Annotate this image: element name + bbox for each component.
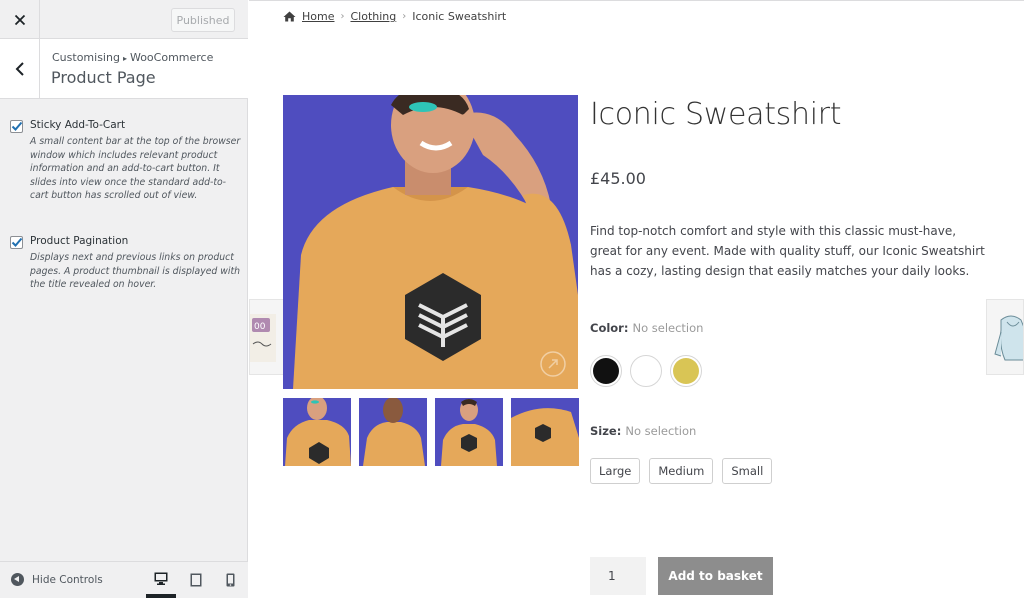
product-thumbnail-4[interactable] xyxy=(511,398,579,466)
hide-controls-button[interactable]: Hide Controls xyxy=(11,573,103,586)
product-title: Iconic Sweatshirt xyxy=(590,97,842,132)
previous-product-link[interactable]: 00 xyxy=(249,299,287,375)
desktop-icon xyxy=(154,572,168,585)
next-product-link[interactable] xyxy=(986,299,1024,375)
product-thumbnail-2[interactable] xyxy=(359,398,427,466)
hide-controls-label: Hide Controls xyxy=(32,573,103,586)
next-product-thumbnail xyxy=(994,315,1023,361)
product-pagination-checkbox[interactable] xyxy=(10,236,23,249)
breadcrumb-home-link[interactable]: Home xyxy=(302,10,334,23)
preview-mobile-button[interactable] xyxy=(215,562,245,598)
color-label: Color: xyxy=(590,321,629,335)
svg-text:00: 00 xyxy=(254,322,266,332)
close-customizer-button[interactable] xyxy=(0,0,40,39)
add-to-basket-button[interactable]: Add to basket xyxy=(658,557,773,595)
size-option-medium[interactable]: Medium xyxy=(649,458,714,484)
product-price: £45.00 xyxy=(590,169,646,188)
sticky-add-to-cart-label[interactable]: Sticky Add-To-Cart xyxy=(30,119,125,131)
product-thumbnail-3[interactable] xyxy=(435,398,503,466)
sticky-add-to-cart-checkbox[interactable] xyxy=(10,120,23,133)
product-thumbnail-1[interactable] xyxy=(283,398,351,466)
section-title: Product Page xyxy=(51,68,156,87)
preview-tablet-button[interactable] xyxy=(181,562,211,598)
color-swatch-white[interactable] xyxy=(630,355,662,387)
product-description: Find top-notch comfort and style with th… xyxy=(590,224,985,278)
customizer-footer: Hide Controls xyxy=(0,561,248,598)
control-product-pagination: Product Pagination Displays next and pre… xyxy=(10,235,242,292)
breadcrumb-root: Customising xyxy=(52,51,120,64)
tablet-icon xyxy=(190,573,202,587)
color-swatch-yellow[interactable] xyxy=(670,355,702,387)
breadcrumb-separator-icon: › xyxy=(340,11,345,22)
checkmark-icon xyxy=(11,237,23,247)
chevron-left-icon xyxy=(15,61,24,76)
product-pagination-label[interactable]: Product Pagination xyxy=(30,235,128,247)
color-selection: No selection xyxy=(632,321,704,335)
mobile-icon xyxy=(226,573,234,587)
color-swatch-black[interactable] xyxy=(590,355,622,387)
breadcrumb-separator-icon: › xyxy=(402,11,407,22)
back-button[interactable] xyxy=(0,39,40,98)
breadcrumb-current: Iconic Sweatshirt xyxy=(412,10,507,23)
size-attribute-label: Size: No selection xyxy=(590,424,696,438)
previous-product-thumbnail: 00 xyxy=(250,314,276,362)
size-options: Large Medium Small xyxy=(590,458,773,484)
control-sticky-add-to-cart: Sticky Add-To-Cart A small content bar a… xyxy=(10,119,242,203)
breadcrumb: Home › Clothing › Iconic Sweatshirt xyxy=(283,10,506,23)
size-selection: No selection xyxy=(625,424,697,438)
color-attribute-label: Color: No selection xyxy=(590,321,703,335)
zoom-icon[interactable] xyxy=(540,351,566,377)
product-pagination-description: Displays next and previous links on prod… xyxy=(30,252,240,290)
checkmark-icon xyxy=(11,121,23,131)
customizer-breadcrumb: Customising ▸ WooCommerce xyxy=(52,51,213,64)
size-label: Size: xyxy=(590,424,622,438)
breadcrumb-arrow-icon: ▸ xyxy=(122,54,127,63)
customizer-sidebar: Published Customising ▸ WooCommerce Produc… xyxy=(0,0,248,598)
product-main-image[interactable] xyxy=(283,95,578,389)
customizer-header: Published xyxy=(0,0,248,39)
collapse-icon xyxy=(11,573,24,586)
home-icon xyxy=(283,11,296,22)
sweatshirt-model-image xyxy=(283,95,578,389)
size-option-small[interactable]: Small xyxy=(722,458,773,484)
sticky-add-to-cart-description: A small content bar at the top of the br… xyxy=(30,136,241,201)
breadcrumb-category-link[interactable]: Clothing xyxy=(350,10,396,23)
size-option-large[interactable]: Large xyxy=(590,458,641,484)
color-swatches xyxy=(590,355,702,387)
quantity-input[interactable]: 1 xyxy=(590,557,646,595)
close-icon xyxy=(14,14,25,25)
site-preview: Home › Clothing › Iconic Sweatshirt 00 I… xyxy=(249,0,1024,598)
product-thumbnails xyxy=(283,398,579,466)
breadcrumb-parent: WooCommerce xyxy=(129,51,214,64)
preview-desktop-button[interactable] xyxy=(146,562,176,598)
section-header: Customising ▸ WooCommerce Product Page xyxy=(0,39,248,99)
published-button[interactable]: Published xyxy=(171,8,235,32)
